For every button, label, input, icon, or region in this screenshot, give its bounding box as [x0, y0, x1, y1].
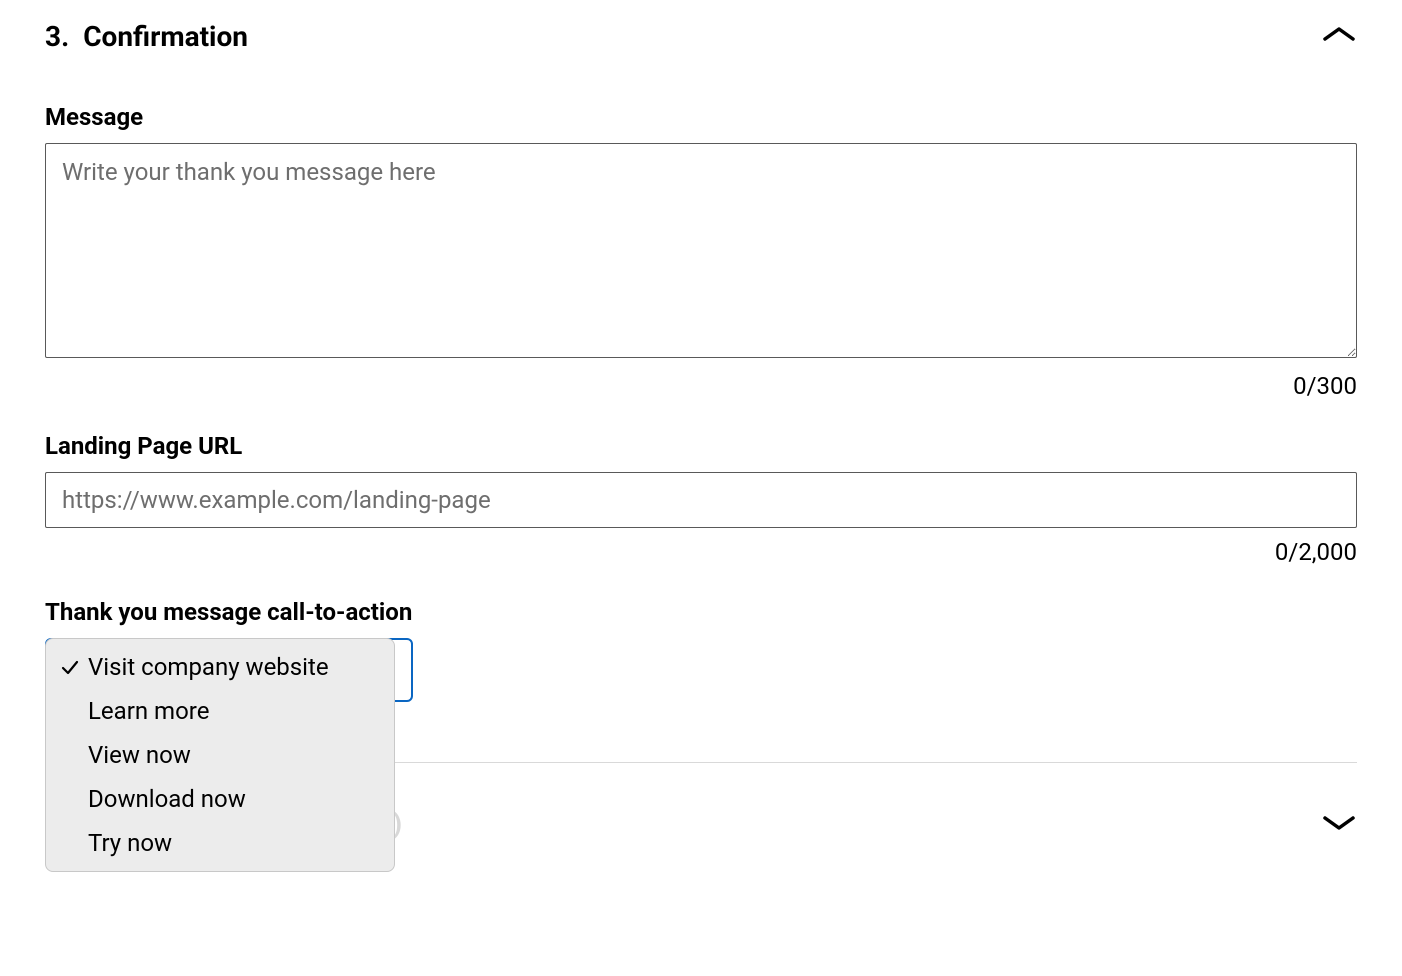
- message-label: Message: [45, 103, 1357, 131]
- cta-option-view-now[interactable]: View now: [46, 733, 394, 777]
- cta-dropdown[interactable]: Visit company website Learn more View no…: [45, 638, 395, 872]
- cta-option-try-now[interactable]: Try now: [46, 821, 394, 865]
- chevron-up-icon[interactable]: [1321, 25, 1357, 49]
- landing-page-counter: 0/2,000: [45, 538, 1357, 566]
- section-title-text: Confirmation: [83, 20, 248, 53]
- cta-option-label: Try now: [88, 829, 172, 857]
- cta-option-visit-company-website[interactable]: Visit company website: [46, 645, 394, 689]
- cta-option-label: Visit company website: [88, 653, 329, 681]
- cta-label: Thank you message call-to-action: [45, 598, 1357, 626]
- cta-option-label: Learn more: [88, 697, 209, 725]
- chevron-down-icon[interactable]: [1321, 812, 1357, 836]
- cta-option-label: View now: [88, 741, 191, 769]
- landing-page-group: Landing Page URL 0/2,000: [45, 432, 1357, 566]
- section-number: 3.: [45, 20, 69, 53]
- landing-page-label: Landing Page URL: [45, 432, 1357, 460]
- section-title: 3. Confirmation: [45, 20, 248, 53]
- message-counter: 0/300: [45, 372, 1357, 400]
- check-icon: [60, 658, 80, 676]
- cta-option-learn-more[interactable]: Learn more: [46, 689, 394, 733]
- landing-page-input[interactable]: [45, 472, 1357, 528]
- cta-option-download-now[interactable]: Download now: [46, 777, 394, 821]
- message-textarea[interactable]: [45, 143, 1357, 358]
- message-group: Message 0/300: [45, 103, 1357, 400]
- cta-option-label: Download now: [88, 785, 246, 813]
- section-header: 3. Confirmation: [45, 20, 1357, 53]
